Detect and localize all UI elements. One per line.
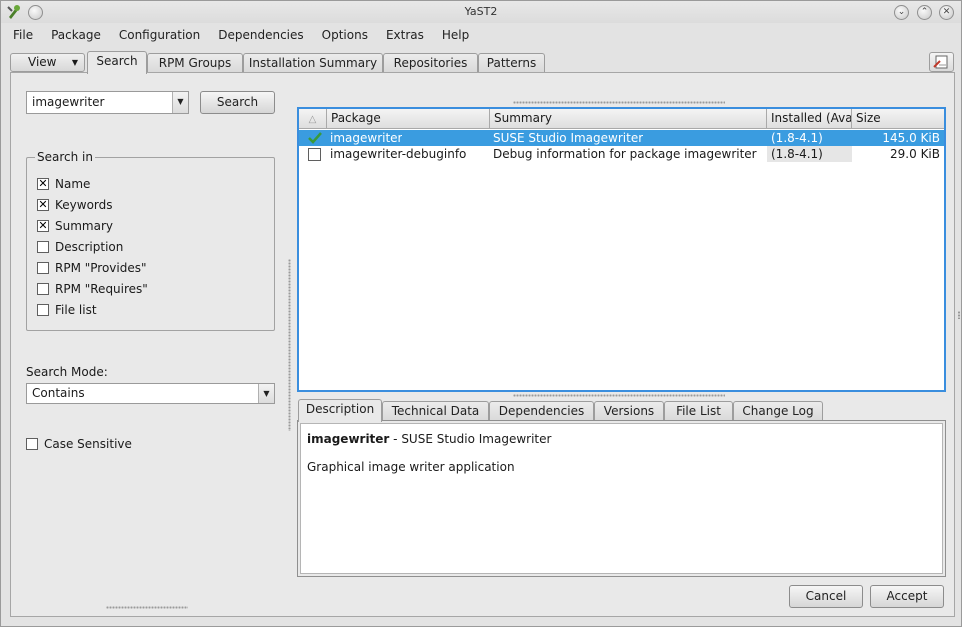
keywords-checkbox[interactable]: ✕ <box>37 199 49 211</box>
summary-checkbox[interactable]: ✕ <box>37 220 49 232</box>
dropdown-arrow-icon: ▼ <box>71 58 78 67</box>
title-bar[interactable]: YaST2 ⌄ ⌃ ✕ <box>1 1 961 23</box>
tab-dependencies[interactable]: Dependencies <box>489 401 594 421</box>
search-mode-select[interactable]: Contains ▼ <box>26 383 275 404</box>
tab-technical-data[interactable]: Technical Data <box>382 401 489 421</box>
description-checkbox[interactable] <box>37 241 49 253</box>
menu-package[interactable]: Package <box>49 28 103 46</box>
case-sensitive-checkbox[interactable] <box>26 438 38 450</box>
tab-patterns[interactable]: Patterns <box>478 53 545 73</box>
table-row[interactable]: imagewriter-debuginfo Debug information … <box>299 146 944 162</box>
search-mode-dropdown-icon[interactable]: ▼ <box>258 384 274 403</box>
table-header: △ Package Summary Installed (Avai Size <box>299 109 944 129</box>
package-size: 29.0 KiB <box>890 147 940 161</box>
view-label: View <box>28 55 57 69</box>
detail-panel: imagewriter - SUSE Studio Imagewriter Gr… <box>297 420 946 577</box>
menu-dependencies[interactable]: Dependencies <box>216 28 305 46</box>
log-viewer-button[interactable] <box>929 52 954 72</box>
menu-options[interactable]: Options <box>320 28 370 46</box>
description-package-name: imagewriter <box>307 432 390 446</box>
package-column-header[interactable]: Package <box>327 109 490 129</box>
menu-file[interactable]: File <box>11 28 35 46</box>
installed-column-header[interactable]: Installed (Avai <box>767 109 852 129</box>
cancel-button[interactable]: Cancel <box>789 585 863 608</box>
file-list-checkbox[interactable] <box>37 304 49 316</box>
menu-bar: File Package Configuration Dependencies … <box>11 28 485 46</box>
package-summary: SUSE Studio Imagewriter <box>493 131 644 145</box>
log-icon <box>933 55 948 69</box>
view-menu-button[interactable]: View ▼ <box>10 53 85 72</box>
search-history-dropdown-icon[interactable]: ▼ <box>172 92 188 113</box>
maximize-icon[interactable]: ⌃ <box>917 5 932 20</box>
name-checkbox[interactable]: ✕ <box>37 178 49 190</box>
tab-installation-summary[interactable]: Installation Summary <box>243 53 383 73</box>
description-heading: imagewriter - SUSE Studio Imagewriter <box>307 432 936 446</box>
package-name: imagewriter <box>330 131 403 145</box>
bottom-splitter-handle[interactable] <box>106 606 188 609</box>
sort-triangle-icon: △ <box>308 114 317 125</box>
search-in-title: Search in <box>35 150 95 164</box>
package-version: (1.8-4.1) <box>767 146 852 162</box>
rpm-provides-checkbox-label[interactable]: RPM "Provides" <box>55 261 147 275</box>
package-version: (1.8-4.1) <box>771 131 823 145</box>
rpm-requires-checkbox-label[interactable]: RPM "Requires" <box>55 282 148 296</box>
tab-repositories[interactable]: Repositories <box>383 53 478 73</box>
package-status-checkbox[interactable] <box>308 148 321 161</box>
description-view[interactable]: imagewriter - SUSE Studio Imagewriter Gr… <box>300 423 943 574</box>
package-table[interactable]: △ Package Summary Installed (Avai Size i… <box>297 107 946 392</box>
install-check-icon[interactable] <box>307 131 323 145</box>
table-row[interactable]: imagewriter SUSE Studio Imagewriter (1.8… <box>299 130 944 146</box>
keywords-checkbox-label[interactable]: Keywords <box>55 198 113 212</box>
rpm-requires-checkbox[interactable] <box>37 283 49 295</box>
close-icon[interactable]: ✕ <box>939 5 954 20</box>
menu-help[interactable]: Help <box>440 28 471 46</box>
rpm-provides-checkbox[interactable] <box>37 262 49 274</box>
tab-description[interactable]: Description <box>298 399 382 422</box>
summary-checkbox-label[interactable]: Summary <box>55 219 113 233</box>
search-button[interactable]: Search <box>200 91 275 114</box>
middle-splitter-handle[interactable] <box>513 394 725 397</box>
package-size: 145.0 KiB <box>882 131 940 145</box>
tab-rpm-groups[interactable]: RPM Groups <box>147 53 243 73</box>
file-list-checkbox-label[interactable]: File list <box>55 303 97 317</box>
window-resize-grip[interactable] <box>958 311 960 319</box>
description-checkbox-label[interactable]: Description <box>55 240 123 254</box>
search-mode-label: Search Mode: <box>26 365 108 379</box>
package-name: imagewriter-debuginfo <box>330 147 467 161</box>
yast-window: YaST2 ⌄ ⌃ ✕ File Package Configuration D… <box>0 0 962 627</box>
name-checkbox-label[interactable]: Name <box>55 177 90 191</box>
package-summary: Debug information for package imagewrite… <box>493 147 757 161</box>
search-input[interactable]: imagewriter ▼ <box>26 91 189 114</box>
summary-column-header[interactable]: Summary <box>490 109 767 129</box>
accept-button[interactable]: Accept <box>870 585 944 608</box>
status-column-header[interactable]: △ <box>299 109 327 129</box>
vertical-splitter-handle[interactable] <box>288 259 291 431</box>
search-mode-value: Contains <box>32 386 85 400</box>
tab-versions[interactable]: Versions <box>594 401 664 421</box>
window-title: YaST2 <box>464 5 498 18</box>
description-text: Graphical image writer application <box>307 460 515 474</box>
top-splitter-handle[interactable] <box>513 101 725 104</box>
search-input-value: imagewriter <box>32 95 105 109</box>
tab-change-log[interactable]: Change Log <box>733 401 823 421</box>
menu-configuration[interactable]: Configuration <box>117 28 202 46</box>
tab-search[interactable]: Search <box>87 51 147 74</box>
case-sensitive-label[interactable]: Case Sensitive <box>44 437 132 451</box>
size-column-header[interactable]: Size <box>852 109 944 129</box>
minimize-icon[interactable]: ⌄ <box>894 5 909 20</box>
menu-extras[interactable]: Extras <box>384 28 426 46</box>
tab-file-list[interactable]: File List <box>664 401 733 421</box>
description-summary: - SUSE Studio Imagewriter <box>389 432 552 446</box>
